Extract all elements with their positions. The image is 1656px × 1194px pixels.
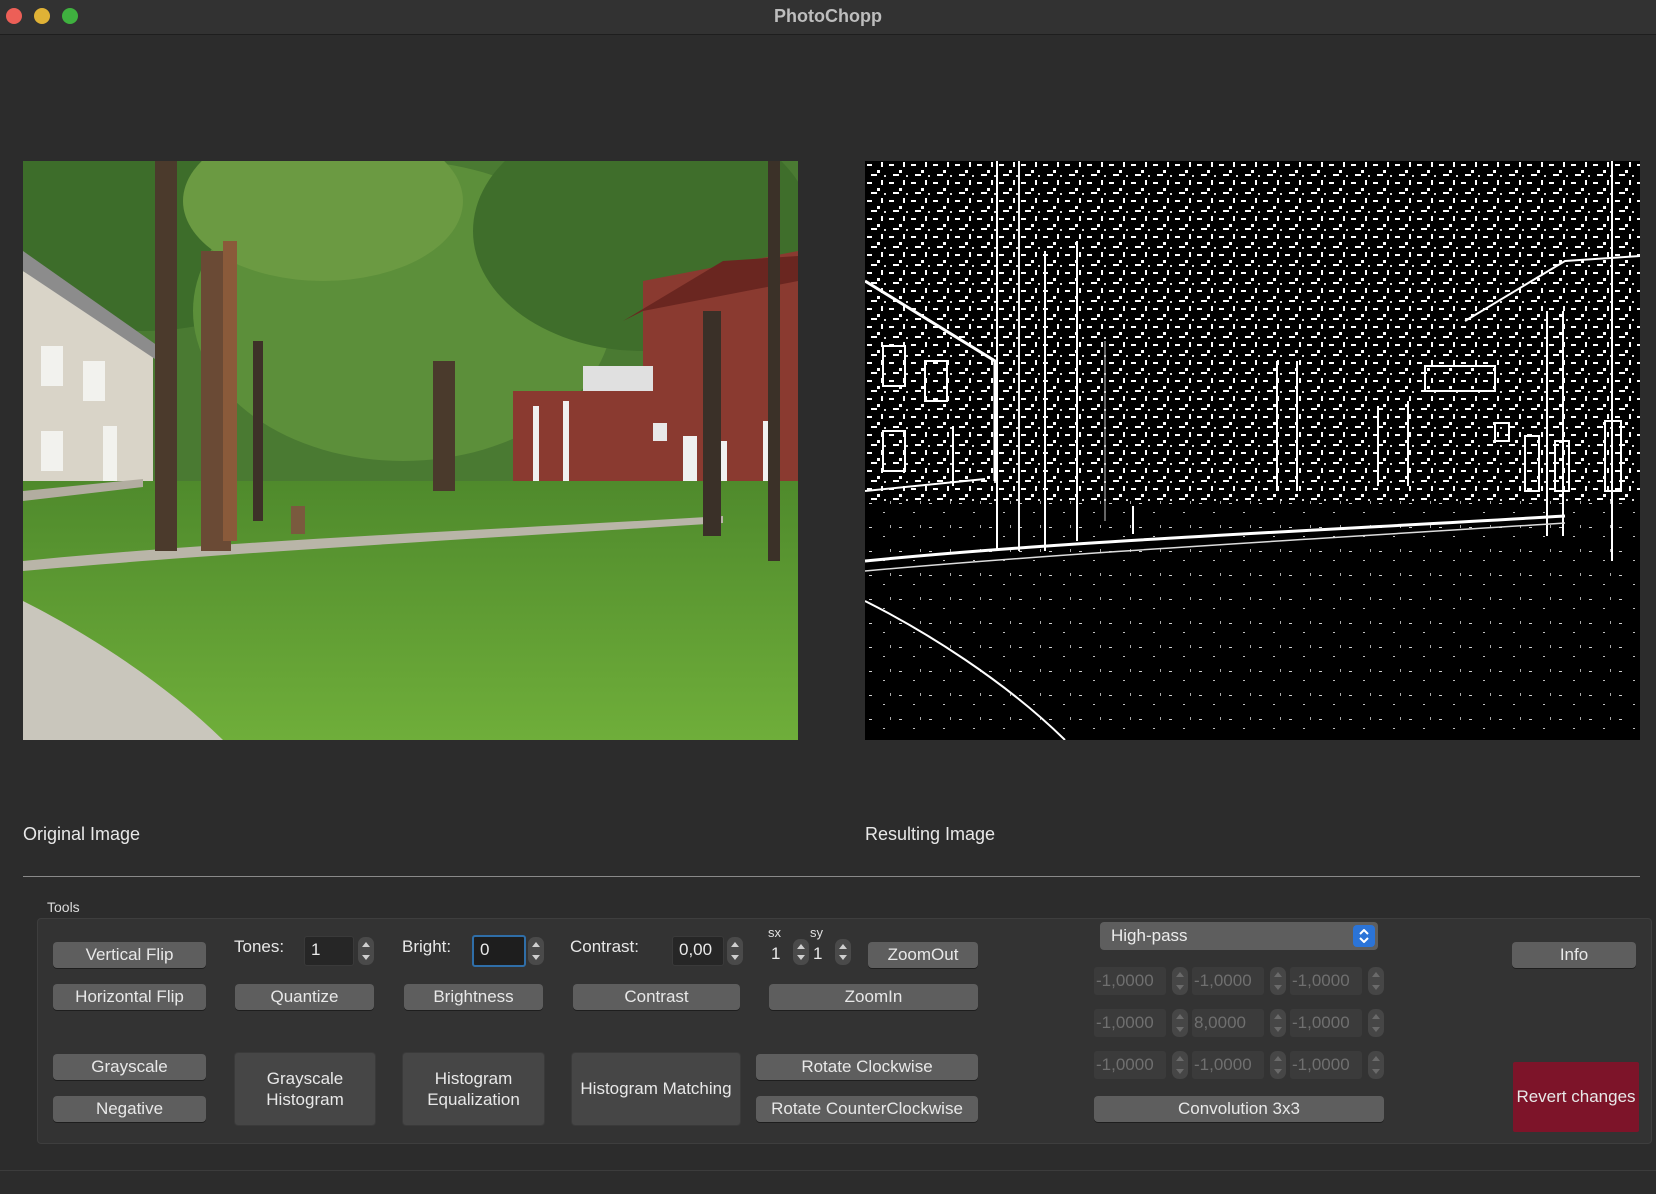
window-title: PhotoChopp bbox=[774, 6, 882, 26]
filter-select[interactable]: High-pass bbox=[1100, 922, 1378, 950]
sy-stepper[interactable] bbox=[835, 939, 851, 965]
vertical-flip-button[interactable]: Vertical Flip bbox=[53, 942, 206, 968]
kernel-r1c3[interactable]: -1,0000 bbox=[1290, 967, 1362, 995]
kernel-r2c1[interactable]: -1,0000 bbox=[1094, 1009, 1166, 1037]
kernel-r3c2[interactable]: -1,0000 bbox=[1192, 1051, 1264, 1079]
title-bar: PhotoChopp bbox=[0, 0, 1656, 35]
kernel-r1c2[interactable]: -1,0000 bbox=[1192, 967, 1264, 995]
tones-stepper[interactable] bbox=[358, 937, 374, 965]
zoom-out-button[interactable]: ZoomOut bbox=[868, 942, 978, 968]
sy-input[interactable]: 1 bbox=[813, 944, 822, 964]
info-button[interactable]: Info bbox=[1512, 942, 1636, 968]
rotate-clockwise-button[interactable]: Rotate Clockwise bbox=[756, 1054, 978, 1080]
filter-select-value: High-pass bbox=[1111, 926, 1188, 945]
quantize-button[interactable]: Quantize bbox=[235, 984, 374, 1010]
kernel-r3c2-stepper[interactable] bbox=[1270, 1051, 1286, 1079]
kernel-r2c2[interactable]: 8,0000 bbox=[1192, 1009, 1264, 1037]
kernel-r2c2-stepper[interactable] bbox=[1270, 1009, 1286, 1037]
sx-label: sx bbox=[768, 925, 781, 940]
chevron-updown-icon bbox=[1353, 925, 1375, 947]
horizontal-flip-button[interactable]: Horizontal Flip bbox=[53, 984, 206, 1010]
kernel-r3c3[interactable]: -1,0000 bbox=[1290, 1051, 1362, 1079]
kernel-r1c1[interactable]: -1,0000 bbox=[1094, 967, 1166, 995]
sx-stepper[interactable] bbox=[793, 939, 809, 965]
tools-section-label: Tools bbox=[47, 899, 80, 915]
tones-input[interactable]: 1 bbox=[304, 936, 354, 966]
bright-stepper[interactable] bbox=[528, 937, 544, 965]
histogram-matching-button[interactable]: Histogram Matching bbox=[571, 1052, 741, 1126]
original-image-caption: Original Image bbox=[23, 824, 141, 844]
negative-button[interactable]: Negative bbox=[53, 1096, 206, 1122]
bright-label: Bright: bbox=[402, 937, 452, 956]
rotate-counterclockwise-button[interactable]: Rotate CounterClockwise bbox=[756, 1096, 978, 1122]
kernel-r1c3-stepper[interactable] bbox=[1368, 967, 1384, 995]
tones-label: Tones: bbox=[234, 937, 285, 956]
brightness-button[interactable]: Brightness bbox=[404, 984, 543, 1010]
sx-input[interactable]: 1 bbox=[771, 944, 780, 964]
kernel-r3c1[interactable]: -1,0000 bbox=[1094, 1051, 1166, 1079]
sy-label: sy bbox=[810, 925, 823, 940]
zoom-in-button[interactable]: ZoomIn bbox=[769, 984, 978, 1010]
grayscale-histogram-button[interactable]: Grayscale Histogram bbox=[234, 1052, 376, 1126]
contrast-input[interactable]: 0,00 bbox=[672, 936, 724, 966]
kernel-r1c2-stepper[interactable] bbox=[1270, 967, 1286, 995]
original-image bbox=[23, 161, 798, 740]
kernel-r3c1-stepper[interactable] bbox=[1172, 1051, 1188, 1079]
kernel-r3c3-stepper[interactable] bbox=[1368, 1051, 1384, 1079]
revert-changes-button[interactable]: Revert changes bbox=[1513, 1062, 1639, 1132]
bright-input[interactable]: 0 bbox=[472, 935, 526, 967]
resulting-image bbox=[865, 161, 1640, 740]
kernel-r2c3-stepper[interactable] bbox=[1368, 1009, 1384, 1037]
contrast-label: Contrast: bbox=[570, 937, 639, 956]
histogram-equalization-button[interactable]: Histogram Equalization bbox=[402, 1052, 545, 1126]
kernel-r2c3[interactable]: -1,0000 bbox=[1290, 1009, 1362, 1037]
kernel-r2c1-stepper[interactable] bbox=[1172, 1009, 1188, 1037]
contrast-button[interactable]: Contrast bbox=[573, 984, 740, 1010]
kernel-r1c1-stepper[interactable] bbox=[1172, 967, 1188, 995]
resulting-image-caption: Resulting Image bbox=[865, 824, 996, 844]
bottom-divider bbox=[0, 1170, 1656, 1171]
divider bbox=[23, 876, 1640, 877]
convolution-button[interactable]: Convolution 3x3 bbox=[1094, 1096, 1384, 1122]
grayscale-button[interactable]: Grayscale bbox=[53, 1054, 206, 1080]
contrast-stepper[interactable] bbox=[727, 937, 743, 965]
